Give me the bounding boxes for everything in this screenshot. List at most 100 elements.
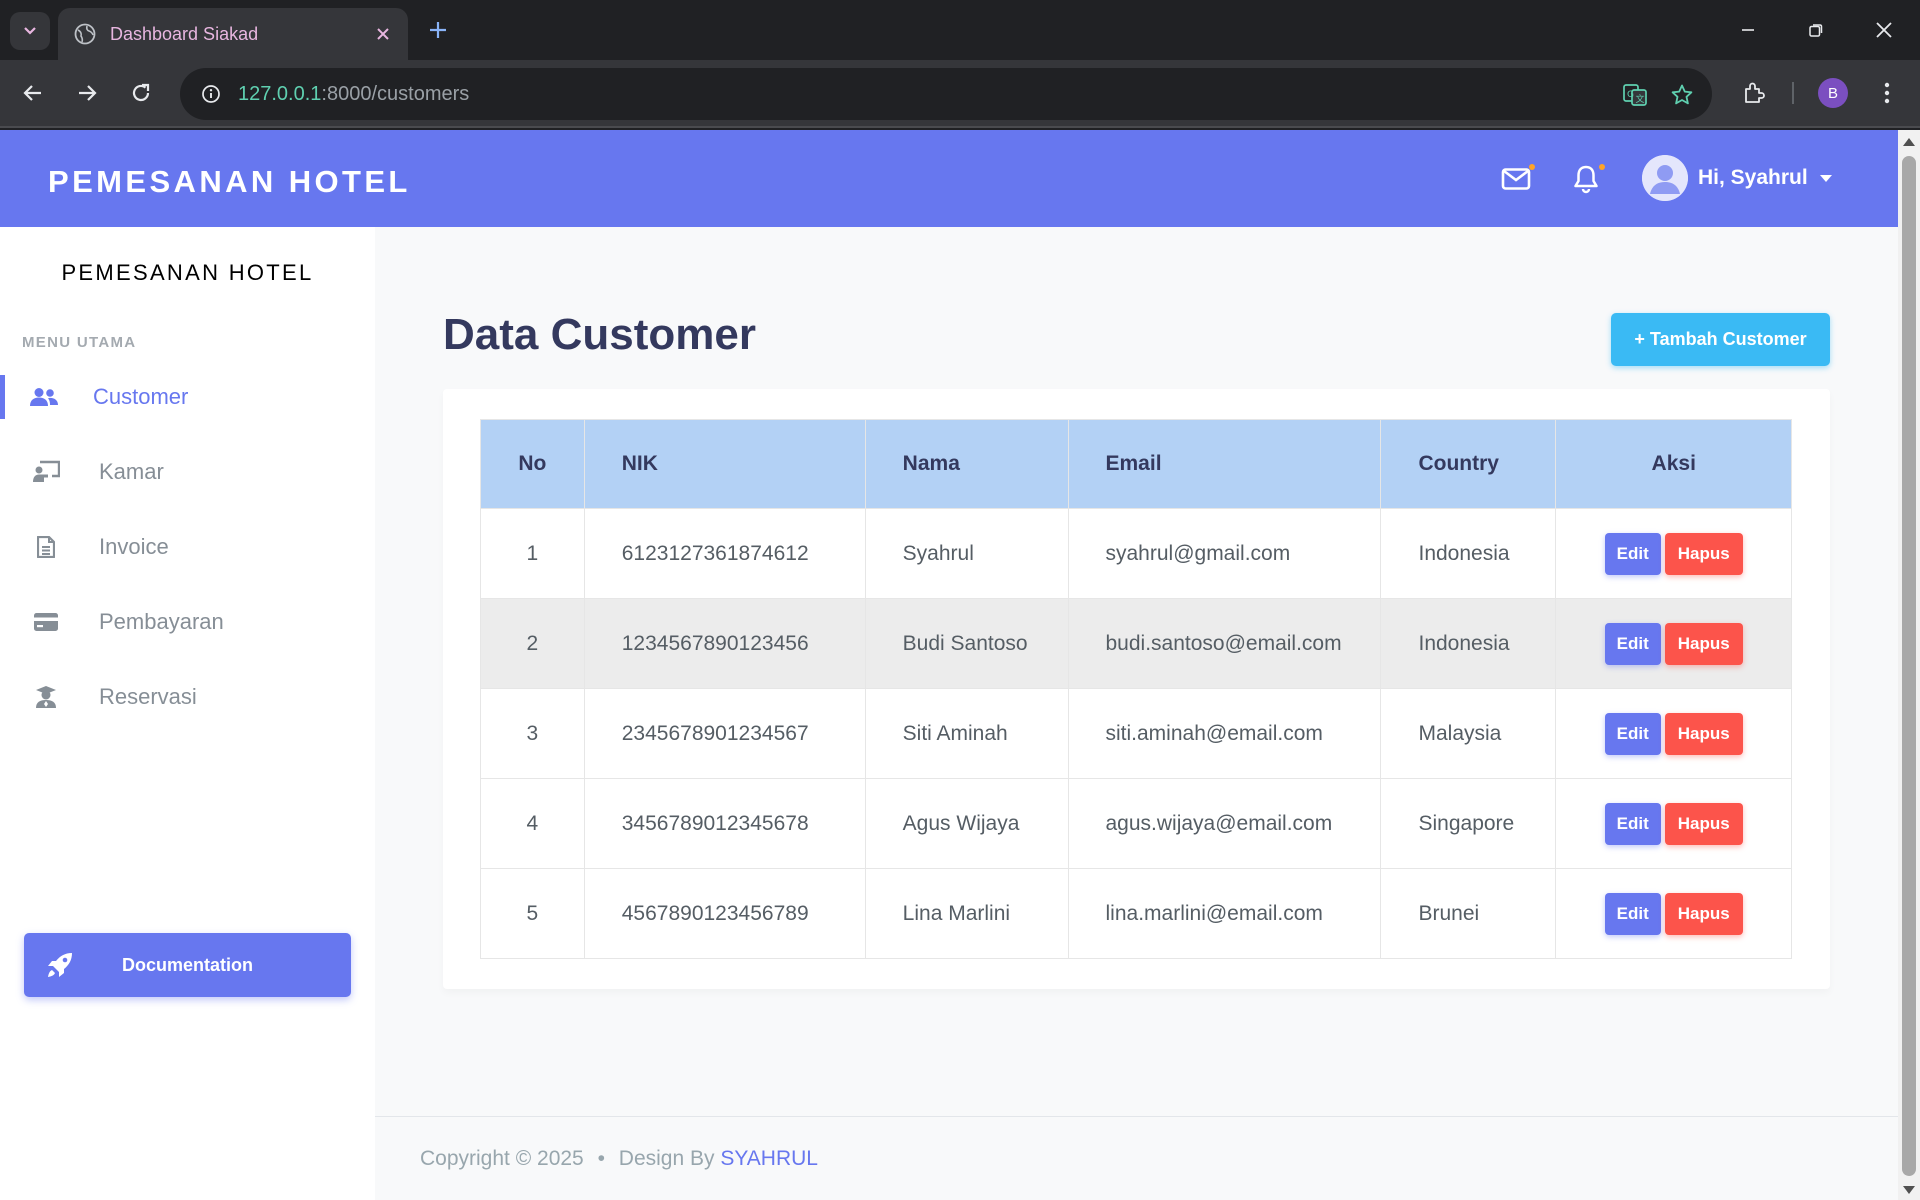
column-header-nik: NIK [583, 419, 866, 509]
restore-window-button[interactable] [1800, 14, 1832, 46]
svg-text:G: G [1627, 90, 1634, 100]
message-indicator [1529, 164, 1535, 170]
chevron-down-icon [24, 27, 36, 35]
delete-button[interactable]: Hapus [1664, 712, 1743, 755]
cell-nik: 2345678901234567 [583, 688, 866, 779]
reload-icon [132, 83, 150, 102]
footer: Copyright © 2025 • Design By SYAHRUL [375, 1116, 1898, 1200]
notifications-button[interactable] [1569, 162, 1605, 196]
delete-button[interactable]: Hapus [1664, 892, 1743, 935]
reload-button[interactable] [124, 76, 158, 110]
column-header-no: No [480, 419, 585, 509]
customer-table: No NIK Nama Email Country Aksi 1 6123127… [480, 419, 1792, 959]
sidebar-item-customer[interactable]: Customer [0, 367, 375, 427]
url-host: 127.0.0.1 [238, 82, 322, 105]
edit-button[interactable]: Edit [1604, 622, 1661, 665]
notification-indicator [1599, 164, 1605, 170]
cell-no: 4 [480, 778, 585, 869]
scroll-up-arrow-icon[interactable] [1903, 138, 1915, 146]
cell-actions: Edit Hapus [1555, 778, 1792, 869]
documentation-button[interactable]: Documentation [24, 933, 351, 997]
url-text: 127.0.0.1:8000/customers [238, 83, 469, 106]
page-scrollbar[interactable] [1898, 130, 1920, 1200]
user-avatar-icon [1642, 155, 1688, 201]
delete-button[interactable]: Hapus [1664, 532, 1743, 575]
top-navbar: PEMESANAN HOTEL Hi, Syahrul [0, 130, 1898, 227]
sidebar-item-pembayaran[interactable]: Pembayaran [0, 592, 375, 652]
delete-button[interactable]: Hapus [1664, 622, 1743, 665]
edit-button[interactable]: Edit [1604, 712, 1661, 755]
edit-button[interactable]: Edit [1604, 802, 1661, 845]
user-greeting: Hi, Syahrul [1698, 166, 1808, 189]
page-viewport: PEMESANAN HOTEL Hi, Syahrul PEMESANAN HO… [0, 130, 1898, 1200]
cell-nik: 3456789012345678 [583, 778, 866, 869]
column-header-email: Email [1067, 419, 1382, 509]
scrollbar-thumb[interactable] [1902, 156, 1916, 1176]
documentation-label: Documentation [121, 954, 253, 975]
envelope-icon [1501, 168, 1531, 190]
bell-icon [1574, 165, 1598, 194]
cell-actions: Edit Hapus [1555, 688, 1792, 779]
tab-title: Dashboard Siakad [110, 23, 259, 44]
cell-nik: 1234567890123456 [583, 598, 866, 689]
messages-button[interactable] [1499, 162, 1535, 196]
user-dropdown[interactable]: Hi, Syahrul [1642, 153, 1832, 203]
extensions-icon[interactable] [1737, 76, 1771, 110]
bookmark-star-icon[interactable] [1667, 80, 1697, 110]
menu-header: MENU UTAMA [22, 334, 137, 351]
profile-avatar[interactable]: B [1818, 78, 1848, 108]
sidebar-item-label: Kamar [99, 459, 164, 484]
translate-icon[interactable]: G文 [1620, 80, 1650, 110]
cell-email: syahrul@gmail.com [1067, 508, 1382, 599]
customer-table-card: No NIK Nama Email Country Aksi 1 6123127… [443, 389, 1830, 989]
table-header-row: No NIK Nama Email Country Aksi [480, 419, 1792, 509]
minimize-window-button[interactable] [1732, 14, 1764, 46]
sidebar-item-label: Customer [93, 384, 189, 409]
tab-search-button[interactable] [10, 12, 50, 50]
cell-nama: Agus Wijaya [864, 778, 1069, 869]
close-tab-icon[interactable] [372, 23, 394, 45]
delete-button[interactable]: Hapus [1664, 802, 1743, 845]
minimize-icon [1742, 29, 1754, 31]
table-row: 3 2345678901234567 Siti Aminah siti.amin… [480, 688, 1792, 779]
sidebar-item-invoice[interactable]: Invoice [0, 517, 375, 577]
sidebar-item-reservasi[interactable]: Reservasi [0, 667, 375, 727]
new-tab-button[interactable] [424, 16, 452, 44]
cell-actions: Edit Hapus [1555, 598, 1792, 689]
sidebar: PEMESANAN HOTEL MENU UTAMA Customer Kama… [0, 227, 375, 1200]
site-info-icon[interactable] [196, 79, 226, 109]
sidebar-item-label: Reservasi [99, 684, 197, 709]
arrow-left-icon [23, 85, 41, 101]
cell-email: siti.aminah@email.com [1067, 688, 1382, 779]
cell-no: 2 [480, 598, 585, 689]
sidebar-brand[interactable]: PEMESANAN HOTEL [0, 260, 375, 286]
address-bar[interactable]: 127.0.0.1:8000/customers G文 [180, 68, 1712, 120]
edit-button[interactable]: Edit [1604, 532, 1661, 575]
scroll-down-arrow-icon[interactable] [1903, 1186, 1915, 1194]
browser-tab-strip: Dashboard Siakad [0, 0, 1920, 60]
page-title: Data Customer [443, 310, 756, 359]
column-header-country: Country [1380, 419, 1557, 509]
cell-no: 5 [480, 868, 585, 959]
edit-button[interactable]: Edit [1604, 892, 1661, 935]
back-button[interactable] [16, 76, 50, 110]
cell-actions: Edit Hapus [1555, 508, 1792, 599]
url-path: :8000/customers [321, 82, 470, 105]
cell-nama: Lina Marlini [864, 868, 1069, 959]
forward-button[interactable] [70, 76, 104, 110]
author-link[interactable]: SYAHRUL [720, 1147, 818, 1170]
cell-email: lina.marlini@email.com [1067, 868, 1382, 959]
design-by-text: Design By [618, 1147, 715, 1170]
cell-country: Malaysia [1380, 688, 1557, 779]
sidebar-item-kamar[interactable]: Kamar [0, 442, 375, 502]
users-icon [30, 385, 58, 409]
footer-text: Copyright © 2025 • Design By SYAHRUL [420, 1147, 818, 1171]
user-graduate-icon [32, 685, 60, 709]
browser-tab-active[interactable]: Dashboard Siakad [58, 8, 408, 60]
credit-card-icon [32, 610, 60, 634]
table-row: 5 4567890123456789 Lina Marlini lina.mar… [480, 868, 1792, 959]
browser-menu-icon[interactable] [1870, 76, 1904, 110]
close-window-button[interactable] [1868, 14, 1900, 46]
navbar-brand[interactable]: PEMESANAN HOTEL [48, 164, 411, 200]
add-customer-button[interactable]: + Tambah Customer [1611, 313, 1830, 366]
